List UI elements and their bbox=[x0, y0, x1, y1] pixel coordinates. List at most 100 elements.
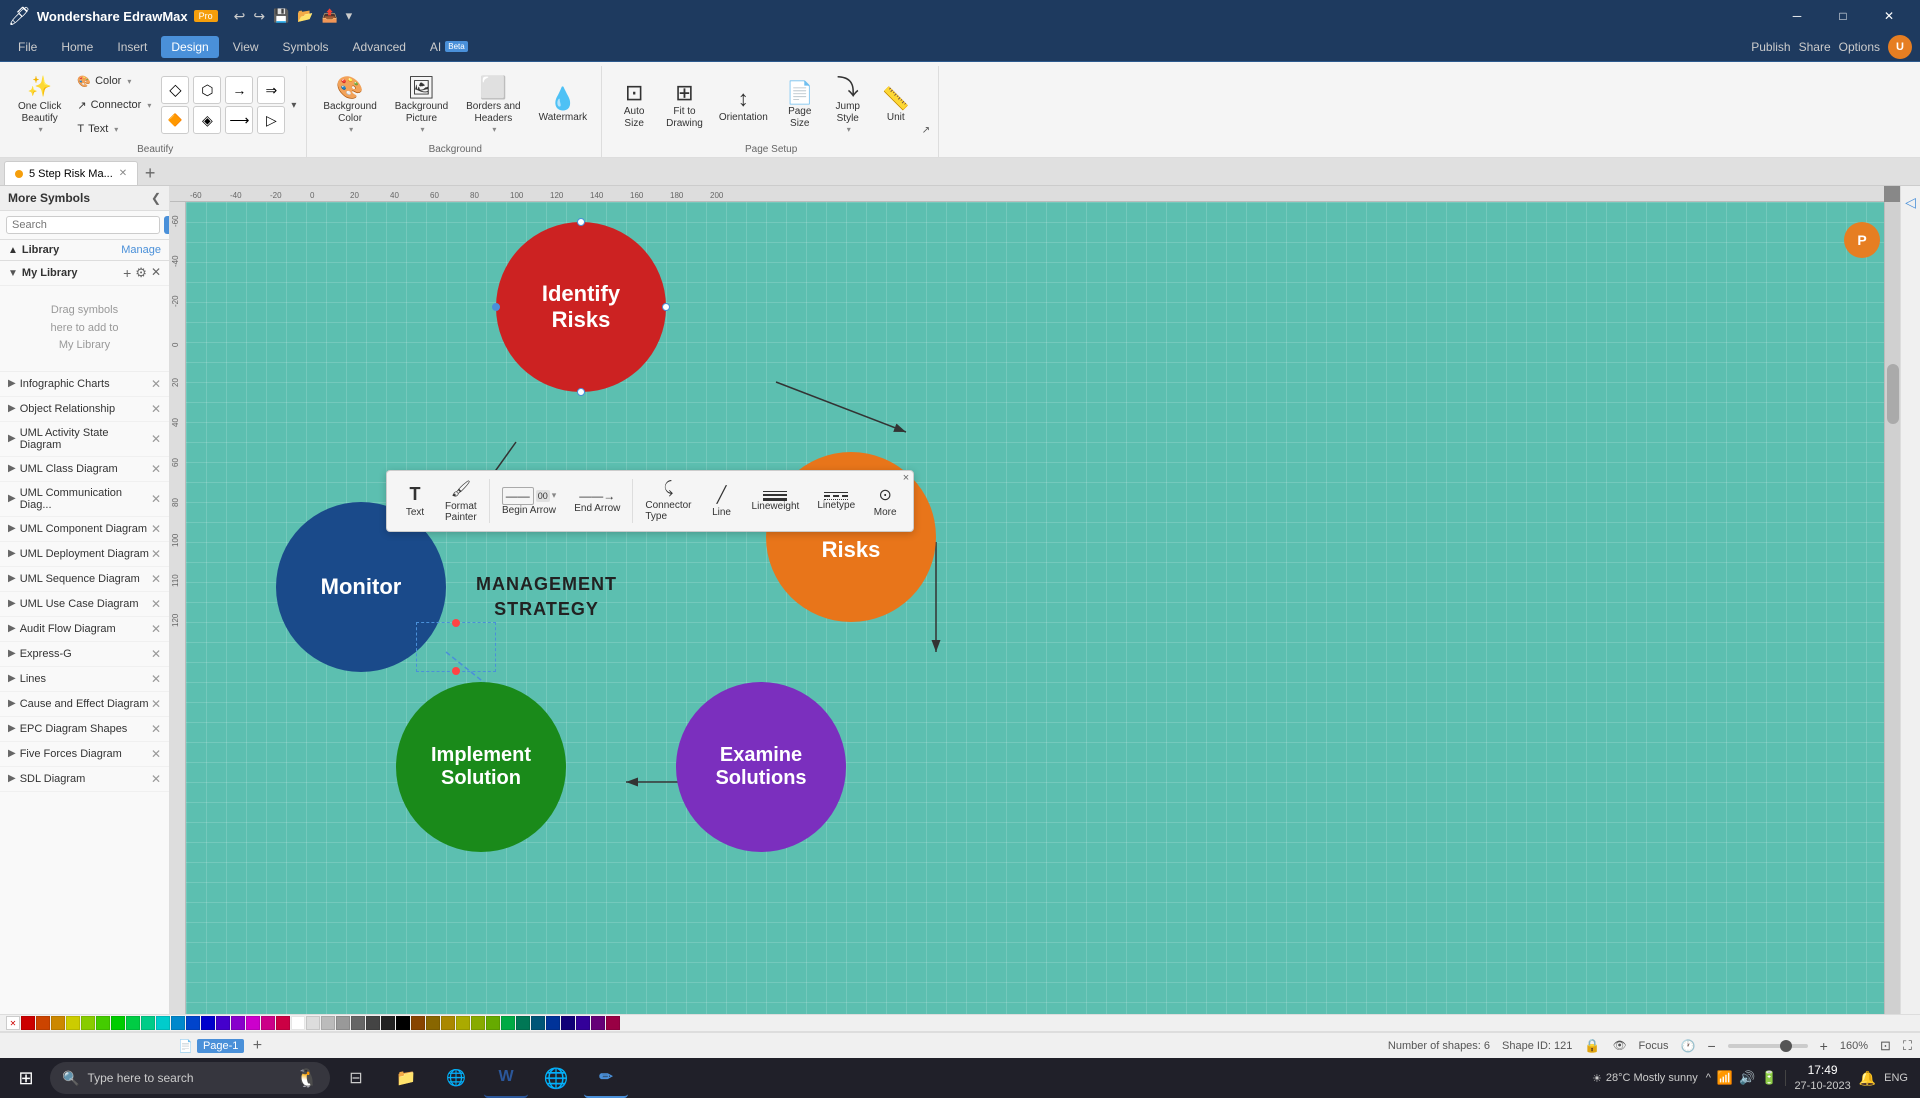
list-item-express-g[interactable]: ▶ Express-G ✕ bbox=[0, 642, 169, 667]
list-item-uml-deployment[interactable]: ▶ UML Deployment Diagram ✕ bbox=[0, 542, 169, 567]
color-swatch[interactable] bbox=[336, 1016, 350, 1030]
options-button[interactable]: Options bbox=[1839, 40, 1880, 54]
panel-collapse-btn[interactable]: ❮ bbox=[151, 191, 161, 205]
color-swatch[interactable] bbox=[531, 1016, 545, 1030]
color-swatch[interactable] bbox=[276, 1016, 290, 1030]
list-item-object-relationship[interactable]: ▶ Object Relationship ✕ bbox=[0, 397, 169, 422]
color-swatch[interactable] bbox=[426, 1016, 440, 1030]
menu-home[interactable]: Home bbox=[51, 36, 103, 58]
taskbar-task-view[interactable]: ⊟ bbox=[334, 1058, 378, 1098]
systray-chevron-icon[interactable]: ^ bbox=[1706, 1072, 1711, 1084]
fit-page-btn[interactable]: ⊡ bbox=[1880, 1038, 1891, 1054]
text-button[interactable]: TText▾ bbox=[71, 118, 157, 140]
systray-battery-icon[interactable]: 🔋 bbox=[1761, 1070, 1777, 1086]
color-swatch[interactable] bbox=[381, 1016, 395, 1030]
menu-insert[interactable]: Insert bbox=[107, 36, 157, 58]
maximize-button[interactable]: □ bbox=[1820, 0, 1866, 32]
list-item-lines[interactable]: ▶ Lines ✕ bbox=[0, 667, 169, 692]
shape-style-btn1[interactable]: ◇ bbox=[161, 76, 189, 104]
manage-button[interactable]: Manage bbox=[121, 244, 161, 256]
taskbar-word[interactable]: W bbox=[484, 1058, 528, 1098]
right-panel-icon[interactable]: ◁ bbox=[1905, 194, 1916, 211]
selection-handle-bottom[interactable] bbox=[577, 388, 585, 396]
publish-button[interactable]: Publish bbox=[1751, 40, 1790, 54]
shape-extra-btn2[interactable]: ▷ bbox=[257, 106, 285, 134]
color-swatch[interactable] bbox=[81, 1016, 95, 1030]
color-swatch[interactable] bbox=[246, 1016, 260, 1030]
linetype-btn[interactable]: Linetype bbox=[809, 488, 863, 515]
color-swatch[interactable] bbox=[201, 1016, 215, 1030]
shape-arrow-btn1[interactable]: → bbox=[225, 76, 253, 104]
list-item-uml-comm[interactable]: ▶ UML Communication Diag... ✕ bbox=[0, 482, 169, 517]
my-library-add-btn[interactable]: + bbox=[123, 265, 131, 281]
user-avatar[interactable]: U bbox=[1888, 35, 1912, 59]
undo-icon[interactable]: ↩ bbox=[234, 8, 246, 25]
watermark-button[interactable]: 💧 Watermark bbox=[533, 75, 594, 135]
zoom-in-btn[interactable]: + bbox=[1820, 1038, 1828, 1054]
color-swatch[interactable] bbox=[321, 1016, 335, 1030]
zoom-slider[interactable] bbox=[1728, 1044, 1808, 1048]
minimize-button[interactable]: ─ bbox=[1774, 0, 1820, 32]
one-click-beautify-button[interactable]: ✨ One ClickBeautify ▾ bbox=[12, 75, 67, 135]
orientation-button[interactable]: ↕ Orientation bbox=[713, 75, 774, 135]
taskbar-edrawmax[interactable]: ✏ bbox=[584, 1058, 628, 1098]
lineweight-btn[interactable]: Lineweight bbox=[744, 487, 808, 516]
format-painter-btn[interactable]: 🖌 FormatPainter bbox=[437, 475, 485, 527]
auto-size-button[interactable]: ⊡ AutoSize bbox=[612, 75, 656, 135]
tab-doc[interactable]: 5 Step Risk Ma... ✕ bbox=[4, 161, 138, 185]
list-item-sdl[interactable]: ▶ SDL Diagram ✕ bbox=[0, 767, 169, 792]
taskbar-browser1[interactable]: 🌐 bbox=[434, 1058, 478, 1098]
more-icon[interactable]: ▾ bbox=[346, 8, 353, 24]
page-1-btn[interactable]: Page-1 bbox=[197, 1039, 244, 1053]
list-item-five-forces[interactable]: ▶ Five Forces Diagram ✕ bbox=[0, 742, 169, 767]
save-icon[interactable]: 💾 bbox=[273, 8, 289, 24]
list-item-uml-activity[interactable]: ▶ UML Activity State Diagram ✕ bbox=[0, 422, 169, 457]
background-color-button[interactable]: 🎨 BackgroundColor ▾ bbox=[317, 75, 382, 135]
color-swatch[interactable] bbox=[156, 1016, 170, 1030]
connector-type-btn[interactable]: ⤹ ConnectorType bbox=[637, 476, 699, 526]
unit-button[interactable]: 📏 Unit bbox=[874, 75, 918, 135]
color-swatch[interactable] bbox=[216, 1016, 230, 1030]
color-swatch[interactable] bbox=[561, 1016, 575, 1030]
share-button[interactable]: Share bbox=[1799, 40, 1831, 54]
menu-advanced[interactable]: Advanced bbox=[343, 36, 416, 58]
list-item-infographic[interactable]: ▶ Infographic Charts ✕ bbox=[0, 372, 169, 397]
color-swatch[interactable] bbox=[186, 1016, 200, 1030]
color-swatch[interactable] bbox=[126, 1016, 140, 1030]
start-button[interactable]: ⊞ bbox=[4, 1058, 48, 1098]
circle-implement-solution[interactable]: ImplementSolution bbox=[396, 682, 566, 852]
color-swatch[interactable] bbox=[231, 1016, 245, 1030]
menu-view[interactable]: View bbox=[223, 36, 269, 58]
tab-close-icon[interactable]: ✕ bbox=[119, 168, 127, 179]
color-swatch[interactable] bbox=[576, 1016, 590, 1030]
canvas-area[interactable]: -60 -40 -20 0 20 40 60 80 100 120 140 16… bbox=[170, 186, 1900, 1014]
selection-handle-right[interactable] bbox=[662, 303, 670, 311]
taskbar-explorer[interactable]: 📁 bbox=[384, 1058, 428, 1098]
diagram-canvas[interactable]: IdentifyRisks Monitor AssessRisks bbox=[186, 202, 1900, 1014]
list-item-cause-effect[interactable]: ▶ Cause and Effect Diagram ✕ bbox=[0, 692, 169, 717]
color-swatch[interactable] bbox=[21, 1016, 35, 1030]
selection-handle-top[interactable] bbox=[577, 218, 585, 226]
color-swatch[interactable] bbox=[606, 1016, 620, 1030]
open-icon[interactable]: 📂 bbox=[297, 8, 313, 24]
list-item-uml-usecase[interactable]: ▶ UML Use Case Diagram ✕ bbox=[0, 592, 169, 617]
color-swatch[interactable] bbox=[546, 1016, 560, 1030]
close-button[interactable]: ✕ bbox=[1866, 0, 1912, 32]
color-swatch[interactable] bbox=[96, 1016, 110, 1030]
systray-network-icon[interactable]: 📶 bbox=[1717, 1070, 1733, 1086]
color-swatch[interactable] bbox=[396, 1016, 410, 1030]
page-setup-expand-btn[interactable]: ↗ bbox=[922, 125, 930, 136]
color-swatch[interactable] bbox=[516, 1016, 530, 1030]
menu-symbols[interactable]: Symbols bbox=[273, 36, 339, 58]
taskbar-search[interactable]: 🔍 Type here to search 🐧 bbox=[50, 1062, 330, 1094]
color-swatch[interactable] bbox=[306, 1016, 320, 1030]
color-swatch[interactable] bbox=[486, 1016, 500, 1030]
line-btn[interactable]: ╱ Line bbox=[702, 481, 742, 522]
text-tool-btn[interactable]: T Text bbox=[395, 480, 435, 522]
page-size-button[interactable]: 📄 PageSize bbox=[778, 75, 822, 135]
color-swatch[interactable] bbox=[111, 1016, 125, 1030]
list-item-epc[interactable]: ▶ EPC Diagram Shapes ✕ bbox=[0, 717, 169, 742]
circle-examine-solutions[interactable]: ExamineSolutions bbox=[676, 682, 846, 852]
fit-to-drawing-button[interactable]: ⊞ Fit toDrawing bbox=[660, 75, 709, 135]
zoom-out-btn[interactable]: − bbox=[1707, 1038, 1715, 1054]
